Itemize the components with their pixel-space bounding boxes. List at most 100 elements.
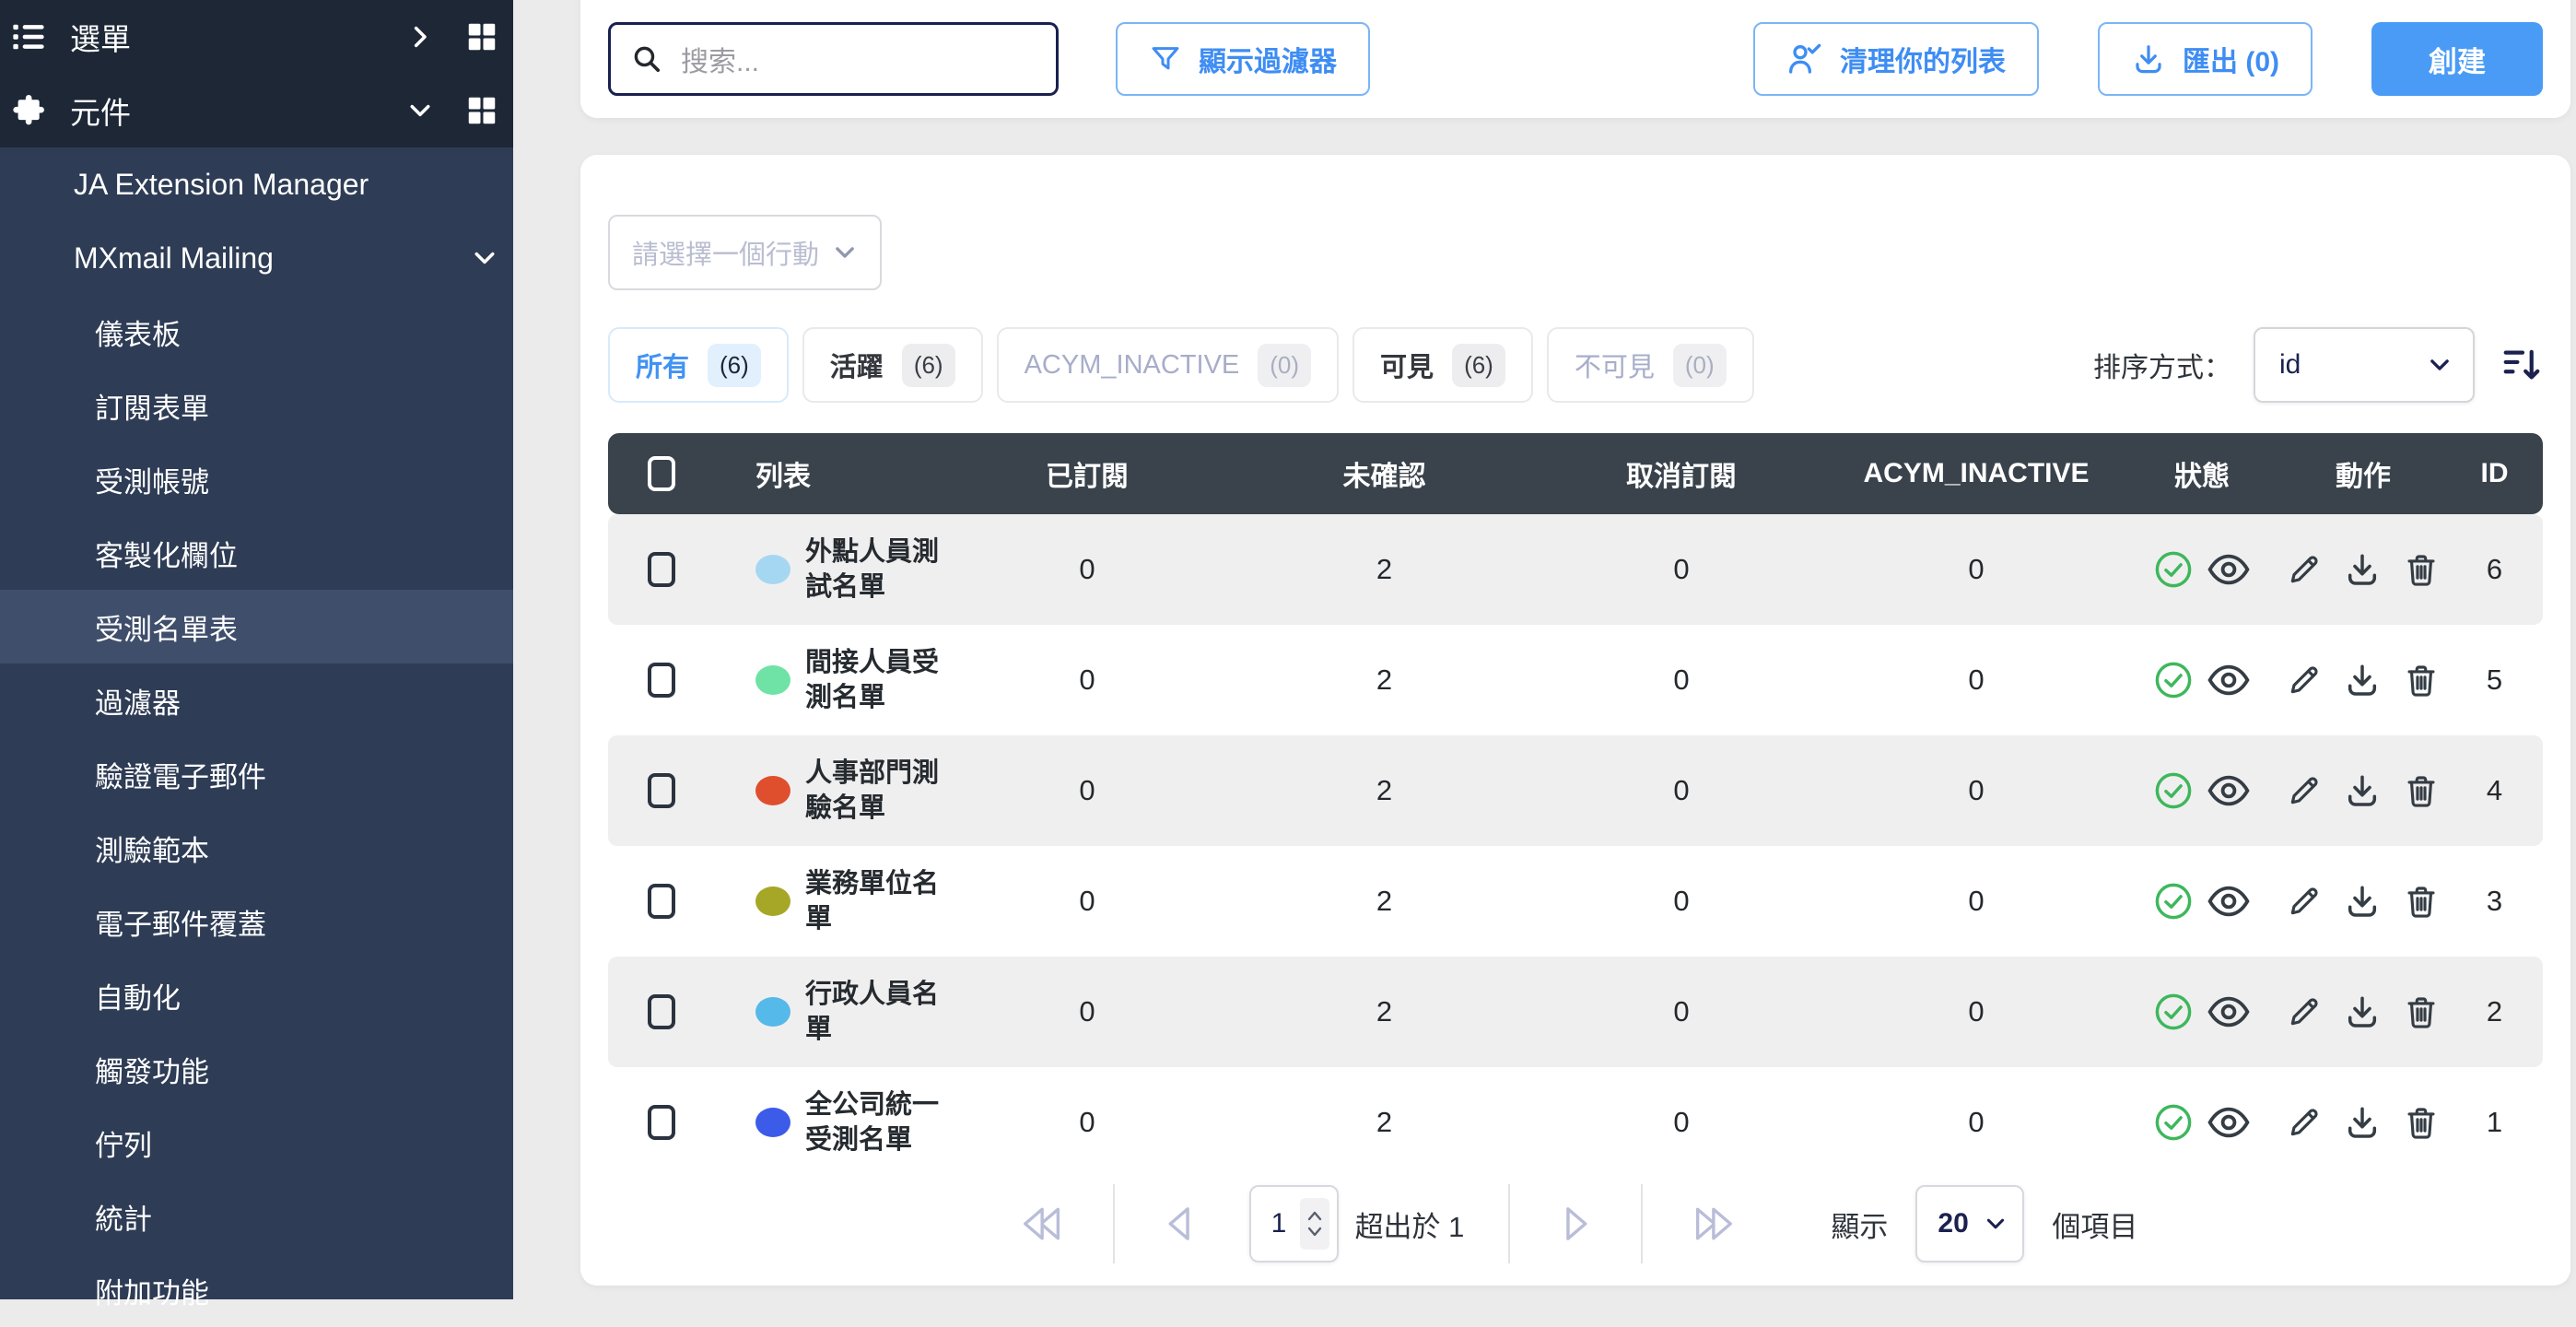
col-header-subscribed: 已訂閱 — [940, 453, 1235, 494]
sidebar-item-dashboard[interactable]: 儀表板 — [0, 295, 513, 369]
delete-trash-icon[interactable] — [2402, 550, 2441, 589]
chevron-right-icon[interactable] — [406, 23, 434, 51]
unconfirmed-count: 2 — [1235, 774, 1534, 807]
visibility-eye-icon[interactable] — [2207, 879, 2251, 923]
sidebar-item-triggers[interactable]: 觸發功能 — [0, 1032, 513, 1106]
list-name-link[interactable]: 人事部門測驗名單 — [805, 756, 940, 826]
subscribed-count: 0 — [940, 664, 1235, 697]
search-input[interactable]: 搜索... — [608, 22, 1059, 96]
export-download-icon[interactable] — [2343, 550, 2382, 589]
visibility-eye-icon[interactable] — [2207, 1100, 2251, 1145]
tab-active[interactable]: 活躍 (6) — [802, 327, 983, 403]
status-active-icon[interactable] — [2153, 1102, 2194, 1143]
chevron-down-icon[interactable] — [406, 97, 434, 124]
sidebar-item-filters[interactable]: 過濾器 — [0, 664, 513, 737]
edit-pencil-icon[interactable] — [2286, 551, 2323, 588]
edit-pencil-icon[interactable] — [2286, 662, 2323, 699]
visibility-eye-icon[interactable] — [2207, 769, 2251, 813]
status-active-icon[interactable] — [2153, 881, 2194, 922]
status-active-icon[interactable] — [2153, 992, 2194, 1032]
sort-direction-icon[interactable] — [2500, 344, 2543, 386]
download-icon — [2131, 41, 2166, 76]
list-name-link[interactable]: 外點人員測試名單 — [805, 534, 940, 605]
sidebar-item-automation[interactable]: 自動化 — [0, 958, 513, 1032]
sidebar-item-label: 附加功能 — [95, 1270, 209, 1311]
sidebar-item-verify-emails[interactable]: 驗證電子郵件 — [0, 737, 513, 811]
list-name-link[interactable]: 業務單位名單 — [805, 866, 940, 936]
status-active-icon[interactable] — [2153, 770, 2194, 811]
export-download-icon[interactable] — [2343, 661, 2382, 699]
first-page-icon[interactable] — [1013, 1203, 1069, 1245]
sidebar-item-lists[interactable]: 受測名單表 — [0, 590, 513, 664]
sidebar-item-queue[interactable]: 佇列 — [0, 1106, 513, 1180]
row-checkbox[interactable] — [648, 552, 675, 587]
sidebar-item-menu[interactable]: 選單 — [0, 0, 513, 74]
last-page-icon[interactable] — [1687, 1203, 1742, 1245]
tab-invisible[interactable]: 不可見 (0) — [1547, 327, 1754, 403]
components-label: 元件 — [70, 88, 131, 133]
delete-trash-icon[interactable] — [2402, 1103, 2441, 1142]
show-filters-button[interactable]: 顯示過濾器 — [1116, 22, 1370, 96]
status-active-icon[interactable] — [2153, 660, 2194, 700]
grid-icon[interactable] — [465, 94, 498, 127]
clean-lists-button[interactable]: 清理你的列表 — [1753, 22, 2039, 96]
next-page-icon[interactable] — [1554, 1203, 1597, 1245]
create-button[interactable]: 創建 — [2371, 22, 2543, 96]
delete-trash-icon[interactable] — [2402, 992, 2441, 1031]
tab-acym-inactive[interactable]: ACYM_INACTIVE (0) — [997, 327, 1339, 403]
delete-trash-icon[interactable] — [2402, 882, 2441, 921]
export-download-icon[interactable] — [2343, 992, 2382, 1031]
delete-trash-icon[interactable] — [2402, 771, 2441, 810]
list-name-link[interactable]: 間接人員受測名單 — [805, 645, 940, 715]
sort-by-select[interactable]: id — [2254, 327, 2475, 403]
row-checkbox[interactable] — [648, 1105, 675, 1140]
chevron-down-icon — [1984, 1212, 2008, 1236]
visibility-eye-icon[interactable] — [2207, 658, 2251, 702]
row-checkbox[interactable] — [648, 994, 675, 1029]
previous-page-icon[interactable] — [1159, 1203, 1201, 1245]
status-active-icon[interactable] — [2153, 549, 2194, 590]
sidebar-item-statistics[interactable]: 統計 — [0, 1180, 513, 1253]
sidebar-item-label: 驗證電子郵件 — [95, 754, 266, 795]
export-download-icon[interactable] — [2343, 882, 2382, 921]
bulk-action-select[interactable]: 請選擇一個行動 — [608, 215, 882, 290]
sidebar-item-subscription-forms[interactable]: 訂閱表單 — [0, 369, 513, 442]
sidebar-item-components[interactable]: 元件 — [0, 74, 513, 147]
per-page-select[interactable]: 20 — [1915, 1185, 2024, 1262]
list-name-link[interactable]: 全公司統一受測名單 — [805, 1087, 940, 1157]
inactive-count: 0 — [1829, 1106, 2124, 1139]
sidebar-item-custom-fields[interactable]: 客製化欄位 — [0, 516, 513, 590]
sidebar-item-label: 自動化 — [95, 975, 181, 1016]
export-download-icon[interactable] — [2343, 1103, 2382, 1142]
edit-pencil-icon[interactable] — [2286, 883, 2323, 920]
sidebar-item-mxmail-mailing[interactable]: MXmail Mailing — [0, 221, 513, 295]
subscribed-count: 0 — [940, 1106, 1235, 1139]
row-checkbox[interactable] — [648, 773, 675, 808]
sidebar-item-addons[interactable]: 附加功能 — [0, 1253, 513, 1327]
show-filters-label: 顯示過濾器 — [1199, 39, 1337, 79]
edit-pencil-icon[interactable] — [2286, 772, 2323, 809]
visibility-eye-icon[interactable] — [2207, 547, 2251, 592]
delete-trash-icon[interactable] — [2402, 661, 2441, 699]
sidebar-item-users[interactable]: 受測帳號 — [0, 442, 513, 516]
tab-all[interactable]: 所有 (6) — [608, 327, 789, 403]
row-id: 3 — [2446, 885, 2543, 918]
edit-pencil-icon[interactable] — [2286, 993, 2323, 1030]
page-number-spinner[interactable] — [1300, 1198, 1329, 1250]
grid-icon[interactable] — [465, 20, 498, 53]
export-download-icon[interactable] — [2343, 771, 2382, 810]
sidebar-item-templates[interactable]: 測驗範本 — [0, 811, 513, 885]
sidebar-item-ja-extension-manager[interactable]: JA Extension Manager — [0, 147, 513, 221]
user-check-icon — [1786, 41, 1823, 77]
row-checkbox[interactable] — [648, 884, 675, 919]
lists-panel: 請選擇一個行動 所有 (6) 活躍 (6) ACYM_INACTIVE (0) … — [580, 155, 2570, 1286]
export-button[interactable]: 匯出 (0) — [2098, 22, 2313, 96]
select-all-checkbox[interactable] — [648, 456, 675, 491]
visibility-eye-icon[interactable] — [2207, 990, 2251, 1034]
row-checkbox[interactable] — [648, 663, 675, 698]
list-name-link[interactable]: 行政人員名單 — [805, 977, 940, 1047]
edit-pencil-icon[interactable] — [2286, 1104, 2323, 1141]
tab-visible[interactable]: 可見 (6) — [1352, 327, 1533, 403]
page-number-input[interactable]: 1 — [1249, 1185, 1339, 1262]
sidebar-item-email-overrides[interactable]: 電子郵件覆蓋 — [0, 885, 513, 958]
